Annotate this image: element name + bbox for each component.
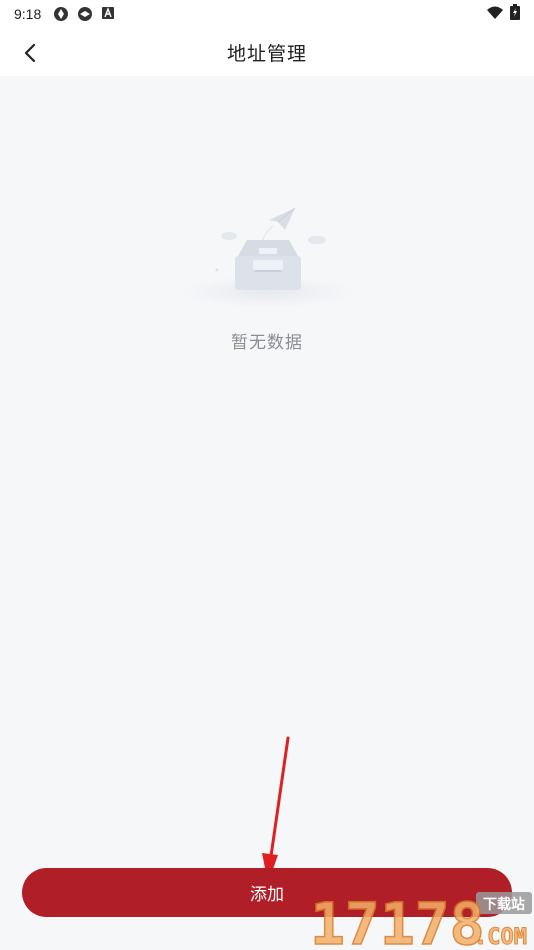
status-right: [486, 4, 520, 24]
a-letter-icon: [101, 6, 117, 22]
app-notification-icon: [77, 6, 93, 22]
chevron-left-icon: [24, 43, 36, 63]
add-button-label: 添加: [250, 885, 284, 905]
empty-inbox-icon: [179, 207, 355, 308]
annotation-arrow-icon: [262, 736, 290, 883]
header: 地址管理: [0, 28, 534, 76]
add-address-button[interactable]: 添加: [22, 868, 512, 917]
svg-text:.COM: .COM: [474, 925, 527, 950]
app-notification-icon: [53, 6, 69, 22]
page-title: 地址管理: [226, 42, 307, 65]
empty-message: 暂无数据: [231, 333, 303, 353]
status-bar: 9:18: [0, 0, 534, 28]
screen: 9:18 地址管理 暂无数据 添加 下载站 17178 .COM: [0, 0, 534, 950]
status-time: 9:18: [14, 6, 42, 22]
back-button[interactable]: [14, 36, 48, 70]
empty-state: 暂无数据: [0, 200, 534, 353]
battery-charging-icon: [510, 4, 520, 24]
wifi-icon: [486, 5, 504, 24]
